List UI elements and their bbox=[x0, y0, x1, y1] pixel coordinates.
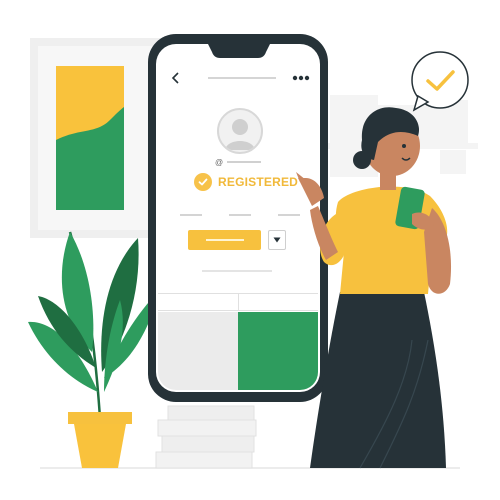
tab-left[interactable] bbox=[158, 294, 238, 310]
more-horizontal-icon bbox=[292, 75, 310, 81]
media-grid bbox=[158, 312, 318, 390]
handle-symbol: @ bbox=[215, 157, 224, 167]
button-label-placeholder bbox=[205, 239, 244, 241]
registered-status-badge: REGISTERED bbox=[194, 172, 298, 192]
caret-down-icon bbox=[273, 237, 281, 243]
stat-placeholder bbox=[229, 214, 251, 216]
content-tabs bbox=[158, 293, 318, 311]
potted-plant bbox=[28, 231, 160, 468]
back-button[interactable] bbox=[166, 68, 186, 88]
registered-label: REGISTERED bbox=[218, 175, 299, 189]
check-circle-icon bbox=[194, 173, 212, 191]
stat-placeholder bbox=[278, 214, 300, 216]
stat-placeholder bbox=[180, 214, 202, 216]
avatar bbox=[217, 108, 263, 154]
user-icon bbox=[225, 119, 255, 150]
media-tile-green[interactable] bbox=[238, 312, 318, 390]
profile-handle: @ bbox=[215, 156, 262, 168]
handle-placeholder-line bbox=[227, 161, 262, 163]
profile-stats bbox=[180, 214, 300, 216]
follow-button[interactable] bbox=[188, 230, 261, 250]
media-tile-grey[interactable] bbox=[158, 312, 238, 390]
bio-placeholder-line bbox=[202, 270, 272, 272]
chevron-left-icon bbox=[171, 72, 179, 84]
dropdown-button[interactable] bbox=[268, 230, 286, 250]
title-placeholder-line bbox=[208, 77, 276, 79]
tab-right[interactable] bbox=[237, 294, 319, 310]
wall-painting bbox=[30, 38, 162, 238]
phone-screen: @ REGISTERED bbox=[158, 46, 318, 390]
book-stack bbox=[155, 405, 257, 469]
more-options-button[interactable] bbox=[288, 68, 314, 88]
